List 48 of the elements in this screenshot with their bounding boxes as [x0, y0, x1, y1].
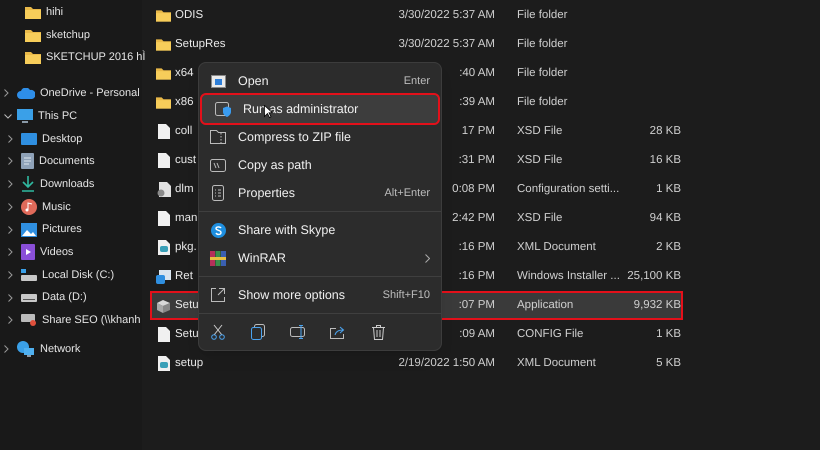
- date-modified: :09 AM: [459, 326, 495, 342]
- file-name: x64: [175, 66, 194, 81]
- file-size: 94 KB: [650, 210, 681, 226]
- file-size: 9,932 KB: [634, 298, 681, 313]
- file-name: ODIS: [175, 8, 204, 23]
- file-name: Setu: [175, 298, 199, 313]
- date-modified: :31 PM: [458, 152, 495, 168]
- file-type: File folder: [517, 96, 568, 108]
- file-size: 5 KB: [656, 356, 681, 371]
- date-modified: :40 AM: [459, 66, 495, 81]
- file-name: x86: [175, 94, 194, 110]
- file-name: pkg.: [175, 240, 197, 255]
- file-type: Application: [517, 298, 574, 311]
- file-type: Windows Installer ...: [517, 270, 620, 282]
- date-modified: :07 PM: [458, 298, 495, 313]
- file-name: setup: [175, 356, 204, 371]
- file-name: coll: [175, 124, 192, 139]
- file-type: XML Document: [517, 356, 596, 369]
- file-size: 2 KB: [656, 240, 681, 255]
- file-name: man: [175, 210, 198, 226]
- file-size: 16 KB: [650, 152, 681, 168]
- file-type: CONFIG File: [517, 328, 584, 340]
- file-size: 1 KB: [656, 182, 681, 197]
- file-size: 28 KB: [650, 124, 681, 139]
- file-type: XSD File: [517, 124, 562, 137]
- file-name: Ret: [175, 268, 193, 284]
- date-modified: 3/30/2022 5:37 AM: [398, 36, 495, 52]
- date-modified: 2/19/2022 1:50 AM: [398, 356, 495, 371]
- file-name: dlm: [175, 182, 194, 197]
- file-size: 1 KB: [656, 326, 681, 342]
- file-type: XSD File: [517, 212, 562, 224]
- file-size: 25,100 KB: [627, 268, 681, 284]
- file-type: XML Document: [517, 240, 596, 253]
- date-modified: 2:42 PM: [452, 210, 495, 226]
- file-type: File folder: [517, 66, 568, 79]
- file-type: File folder: [517, 8, 568, 21]
- date-modified: :16 PM: [458, 268, 495, 284]
- date-modified: 0:08 PM: [452, 182, 495, 197]
- file-name: Setu: [175, 326, 199, 342]
- date-modified: :16 PM: [458, 240, 495, 255]
- file-name: cust: [175, 152, 196, 168]
- date-modified: :39 AM: [459, 94, 495, 110]
- file-type: Configuration setti...: [517, 182, 620, 195]
- file-name: SetupRes: [175, 36, 226, 52]
- date-modified: 17 PM: [462, 124, 495, 139]
- file-type: XSD File: [517, 154, 562, 166]
- file-type: File folder: [517, 38, 568, 50]
- date-modified: 3/30/2022 5:37 AM: [398, 8, 495, 23]
